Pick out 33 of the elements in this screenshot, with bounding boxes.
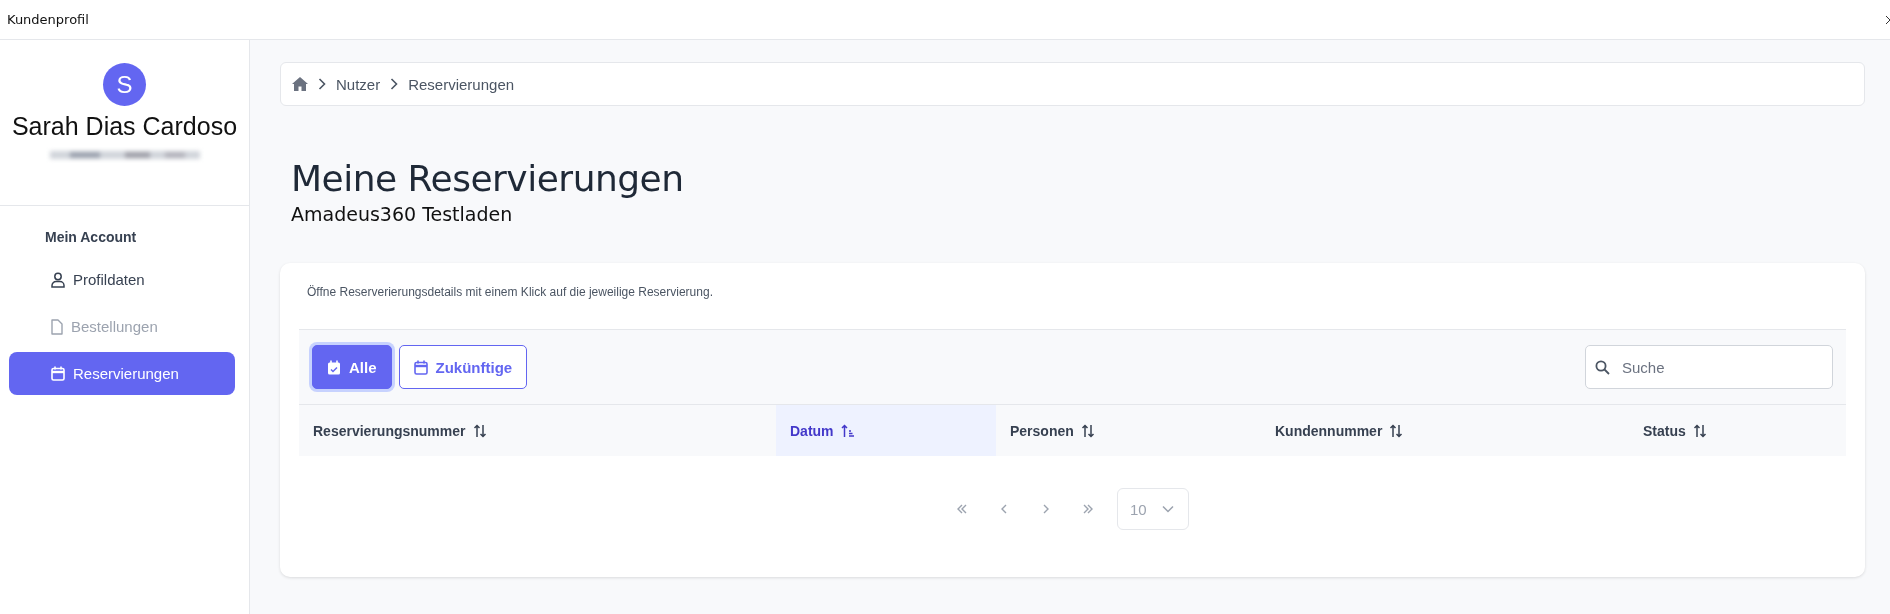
user-icon	[51, 271, 65, 288]
column-header[interactable]: Kundennummer	[1261, 405, 1629, 456]
page-title: Meine Reservierungen	[291, 158, 685, 199]
calendar-check-icon	[327, 359, 341, 375]
chevron-right-icon	[318, 78, 326, 90]
breadcrumb-link[interactable]: Nutzer	[336, 75, 381, 93]
document-icon	[51, 318, 63, 335]
sidebar-item[interactable]: Profildaten	[9, 258, 235, 301]
column-header[interactable]: Personen	[996, 405, 1261, 456]
page-subtitle: Amadeus360 Testladen	[291, 203, 514, 225]
breadcrumb-link[interactable]: Reservierungen	[408, 75, 515, 93]
search-field[interactable]: Suche	[1585, 345, 1833, 389]
sort-icon[interactable]	[1692, 423, 1707, 438]
user-name: Sarah Dias Cardoso	[11, 112, 238, 141]
column-header[interactable]: Status	[1629, 405, 1846, 456]
column-header[interactable]: Datum	[776, 405, 996, 456]
calendar-icon	[413, 359, 428, 375]
window-title: Kundenprofil	[7, 12, 89, 27]
home-icon[interactable]	[292, 77, 308, 91]
chevron-down-icon	[1162, 505, 1174, 513]
sort-ascending-icon[interactable]	[840, 423, 855, 438]
section-title: Mein Account	[45, 229, 137, 245]
sort-icon[interactable]	[1080, 423, 1095, 438]
avatar: S	[103, 63, 146, 106]
sidebar-item[interactable]: Reservierungen	[9, 352, 235, 395]
sort-icon[interactable]	[472, 423, 487, 438]
column-header[interactable]: Reservierungsnummer	[299, 405, 776, 456]
chevron-right-icon	[390, 78, 399, 90]
calendar-icon	[51, 366, 65, 381]
filter-button[interactable]: Zukünftige	[398, 345, 528, 389]
sort-icon[interactable]	[1389, 423, 1404, 438]
filter-button[interactable]: Alle	[312, 345, 392, 389]
description-text: Öffne Reserverierungsdetails mit einem Klick auf die jeweilige Reservierung.	[306, 284, 714, 301]
